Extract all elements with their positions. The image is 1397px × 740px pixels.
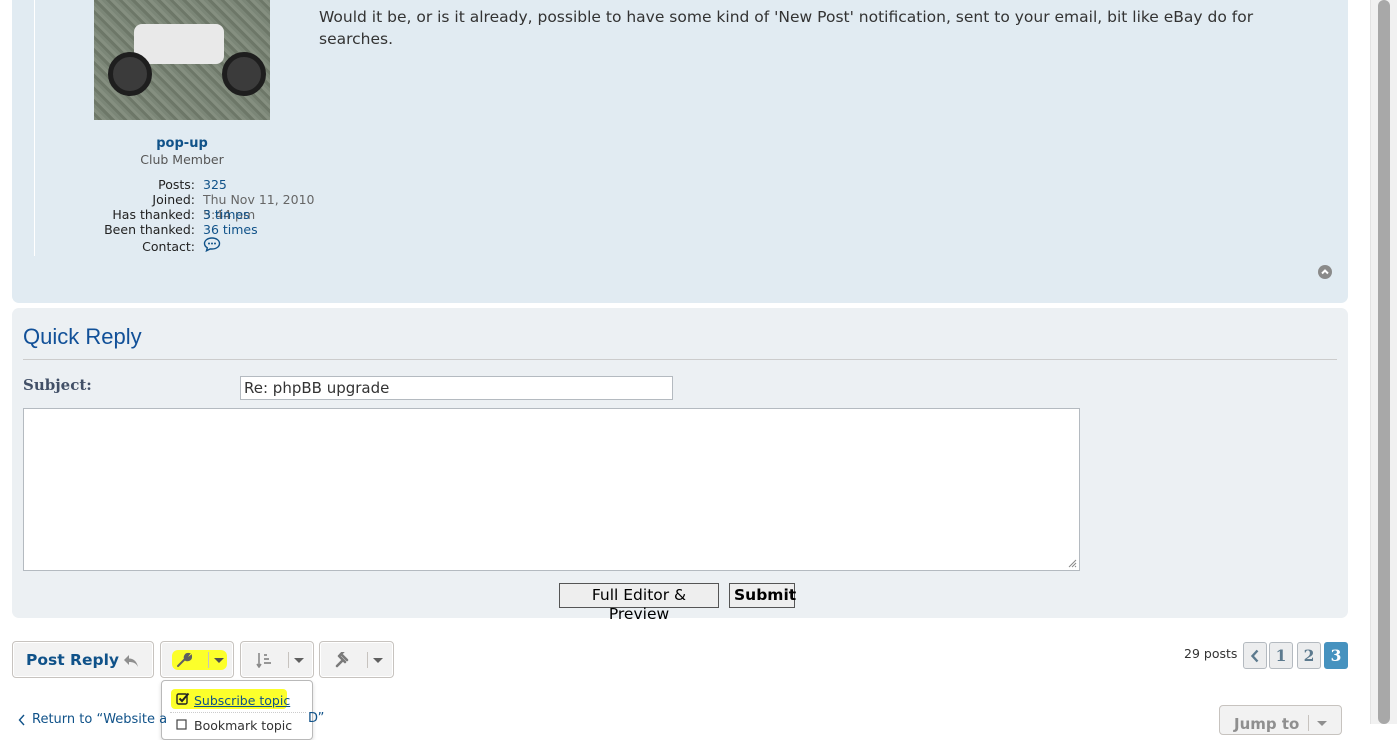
quick-reply-title: Quick Reply — [23, 324, 142, 349]
chevron-left-icon — [1250, 649, 1259, 663]
pagination-page-2[interactable]: 2 — [1297, 642, 1321, 669]
post-reply-label: Post Reply — [26, 651, 119, 669]
jump-to-button[interactable]: Jump to — [1219, 705, 1342, 735]
subscribe-topic-label[interactable]: Subscribe topic — [194, 693, 290, 708]
bookmark-topic-label[interactable]: Bookmark topic — [194, 718, 292, 733]
topic-tools-dropdown: Subscribe topic Bookmark topic — [161, 680, 313, 740]
quick-reply-panel: Quick Reply Subject: Full Editor & Previ… — [12, 308, 1348, 623]
pagination-page-3[interactable]: 3 — [1324, 642, 1348, 669]
scrollbar-thumb[interactable] — [1378, 0, 1390, 724]
separator — [1308, 715, 1309, 731]
subject-label: Subject: — [23, 376, 92, 394]
user-rank: Club Member — [140, 152, 224, 167]
divider — [170, 712, 306, 713]
separator — [208, 652, 209, 668]
sort-options-button[interactable] — [240, 641, 314, 678]
been-thanked-link[interactable]: 36 times — [203, 222, 258, 237]
vertical-scrollbar[interactable] — [1370, 0, 1397, 724]
posts-count-link[interactable]: 325 — [203, 177, 227, 192]
moderator-tools-button[interactable] — [319, 641, 394, 678]
chevron-left-icon — [18, 714, 25, 726]
gavel-icon — [335, 649, 353, 672]
been-thanked-label: Been thanked: — [104, 222, 195, 237]
chevron-down-icon — [373, 658, 383, 663]
topic-tools-button[interactable] — [160, 641, 234, 678]
resize-grip-icon[interactable] — [1068, 559, 1077, 568]
checkbox-checked-icon — [176, 692, 190, 705]
message-textarea[interactable] — [23, 408, 1080, 571]
divider — [23, 359, 1337, 360]
separator — [288, 652, 289, 668]
full-editor-button[interactable]: Full Editor & Preview — [559, 583, 719, 623]
chevron-down-icon — [214, 658, 224, 663]
sort-icon — [256, 652, 274, 672]
return-link-label[interactable]: Return to “Website a — [32, 712, 167, 727]
has-thanked-label: Has thanked: — [112, 207, 195, 222]
posts-label: Posts: — [158, 177, 195, 192]
wrench-icon — [176, 652, 194, 672]
has-thanked-link[interactable]: 3 times — [203, 207, 250, 222]
submit-button[interactable]: Submit — [729, 583, 796, 608]
pagination-page-1[interactable]: 1 — [1269, 642, 1293, 669]
jump-to-label: Jump to — [1234, 715, 1300, 733]
reply-arrow-icon — [123, 653, 139, 672]
joined-label: Joined: — [152, 192, 195, 207]
separator — [367, 652, 368, 668]
username[interactable]: pop-up — [35, 136, 329, 151]
pagination-prev[interactable] — [1243, 642, 1267, 669]
avatar[interactable] — [94, 0, 270, 120]
chat-bubble-icon[interactable] — [203, 237, 221, 253]
post-content: Would it be, or is it already, possible … — [319, 8, 1254, 48]
posts-count: 29 posts — [1184, 646, 1238, 661]
subject-input[interactable] — [240, 376, 673, 400]
post-reply-button[interactable]: Post Reply — [12, 641, 154, 678]
chevron-down-icon — [294, 658, 304, 663]
contact-label: Contact: — [142, 239, 195, 254]
chevron-up-circle-icon[interactable] — [1318, 265, 1332, 279]
post-panel: pop-up Club Member Posts: 325 Joined: Th… — [12, 0, 1348, 303]
checkbox-empty-icon — [176, 719, 187, 730]
post-profile: pop-up Club Member Posts: 325 Joined: Th… — [34, 0, 334, 256]
